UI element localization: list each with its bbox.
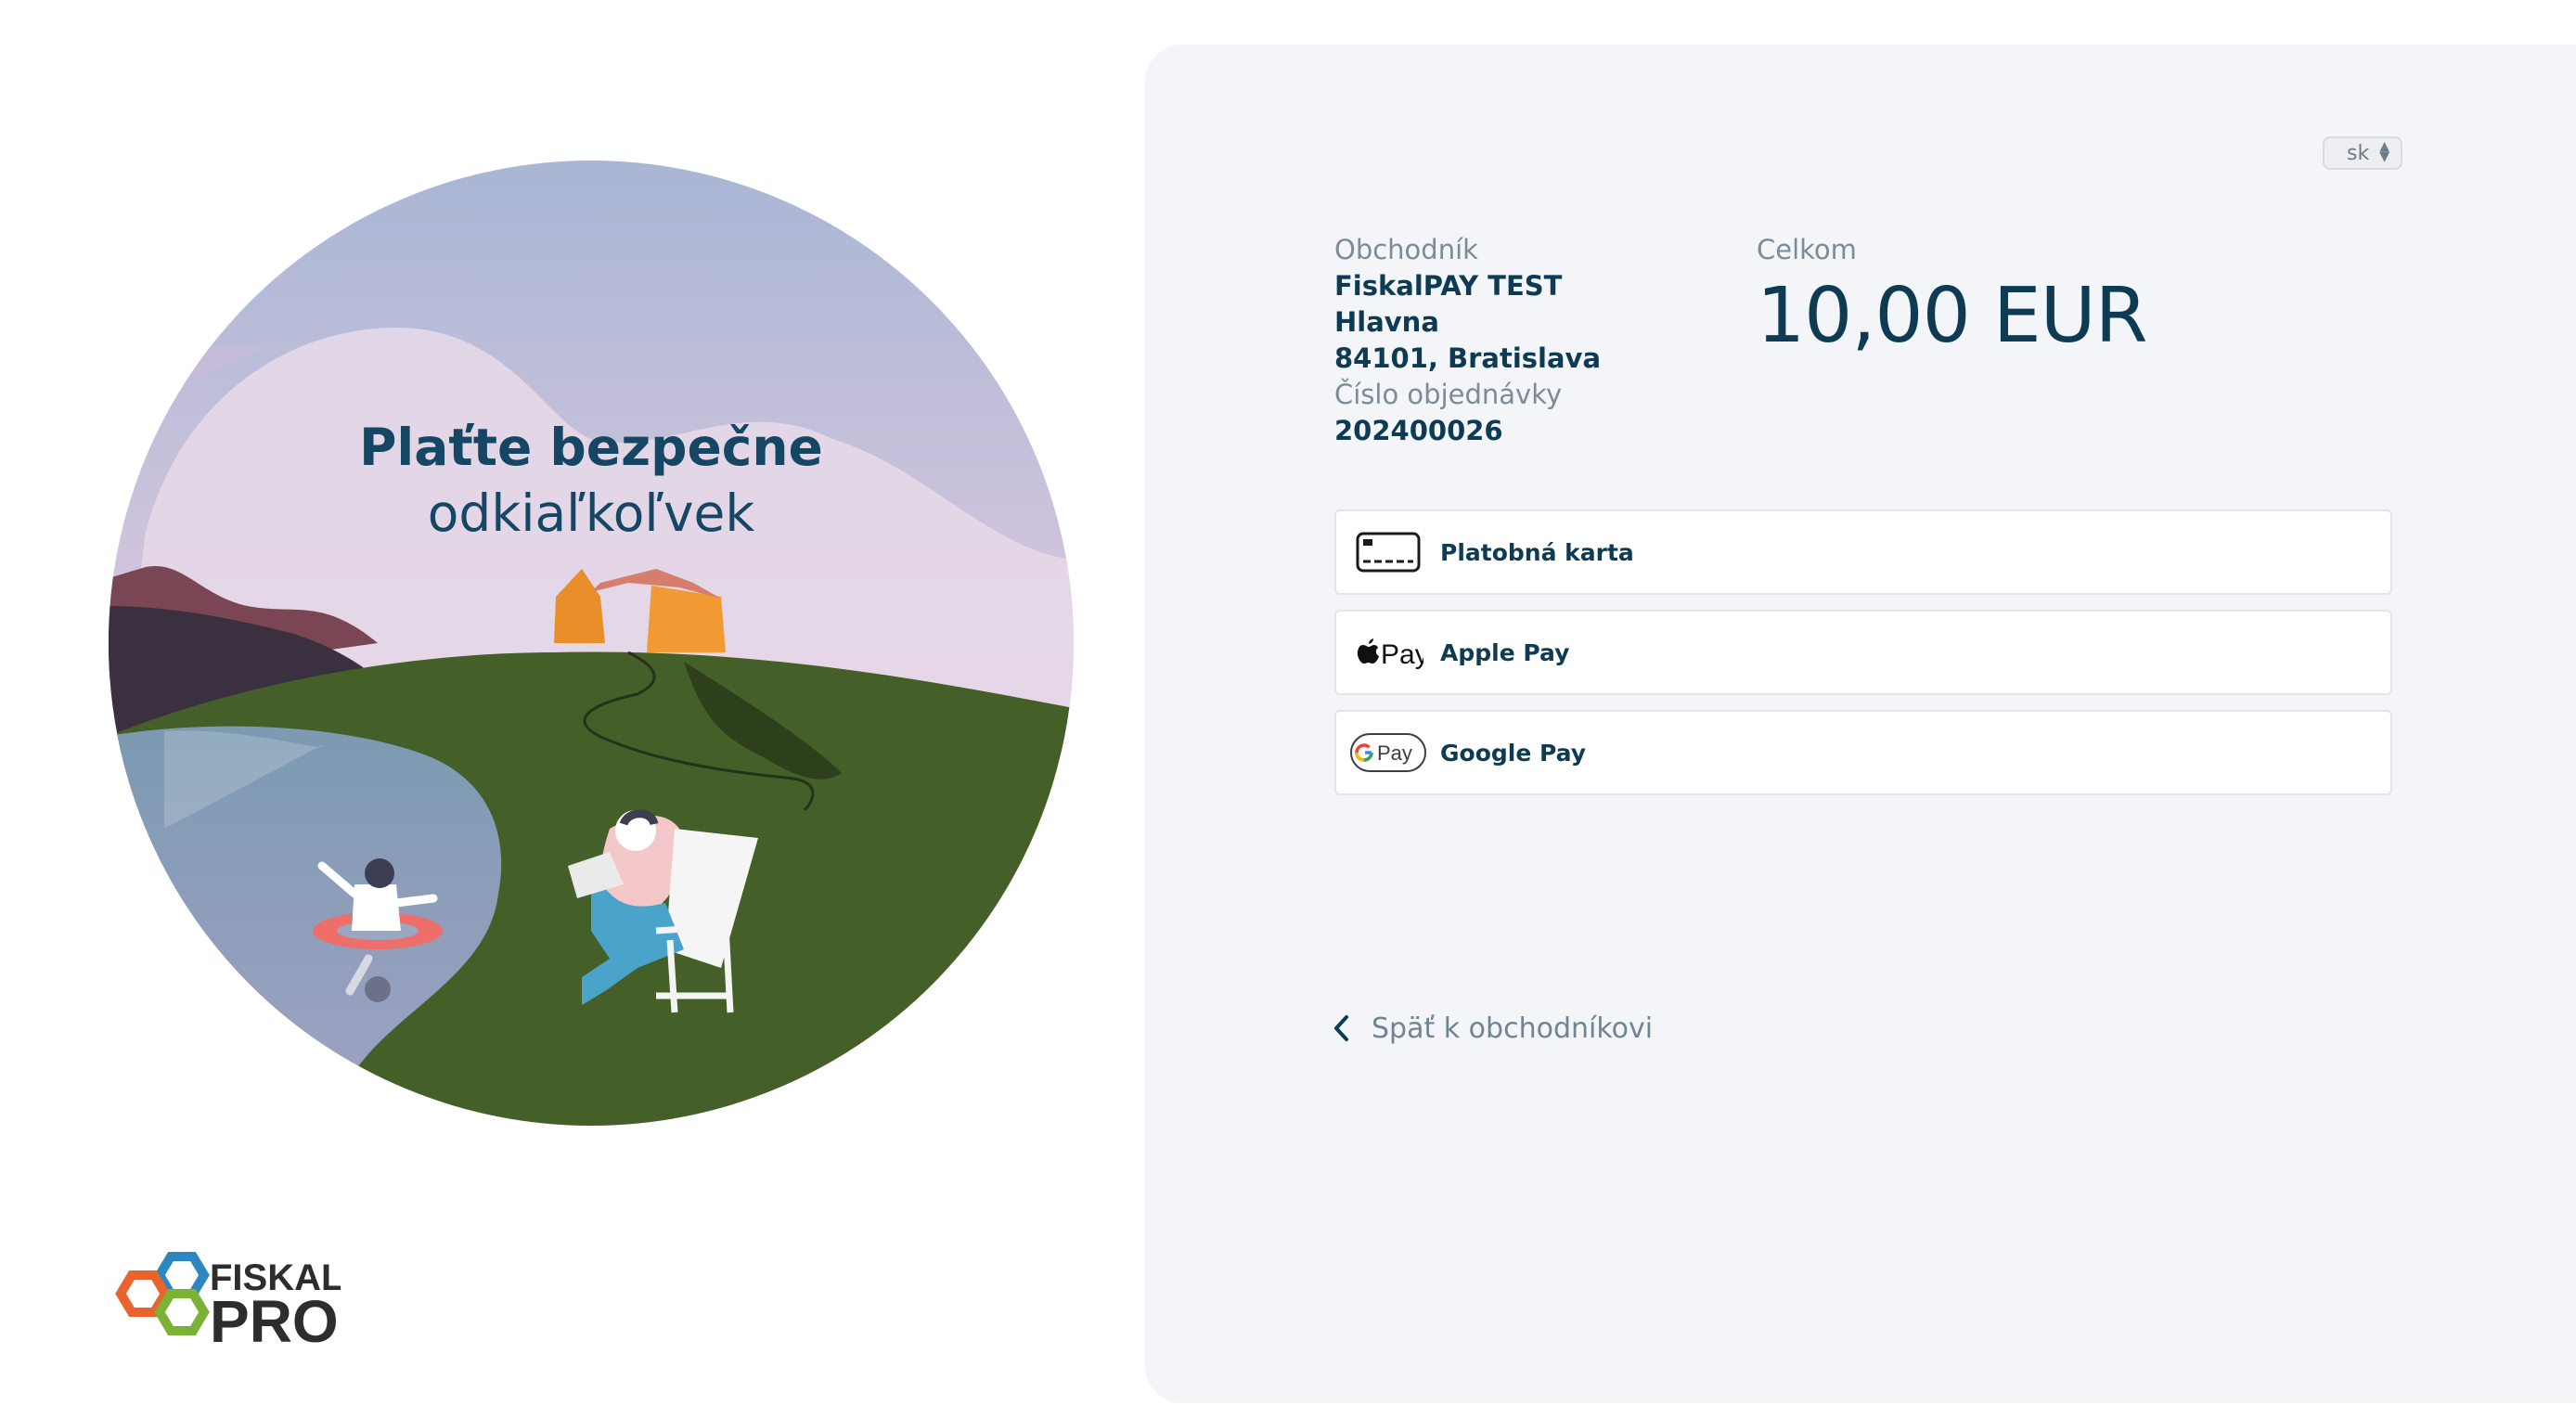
total-section: Celkom 10,00 EUR [1757, 232, 2148, 360]
order-number-label: Číslo objednávky [1334, 379, 1563, 410]
payment-method-card[interactable]: Platobná karta [1334, 509, 2392, 595]
apple-pay-icon: Pay [1357, 638, 1423, 670]
illustration-area: Plaťte bezpečne odkiaľkoľvek FISKAL PRO [0, 0, 1141, 1418]
credit-card-icon [1356, 532, 1421, 573]
merchant-name: FiskalPAY TEST [1334, 270, 1563, 302]
select-arrows-icon: ▲ ▼ [2379, 139, 2389, 164]
merchant-city: 84101, Bratislava [1334, 342, 1602, 374]
chevron-left-icon [1334, 1015, 1348, 1041]
total-label: Celkom [1757, 234, 1857, 265]
payment-method-google-pay-label: Google Pay [1440, 739, 1587, 767]
hero-title-line2: odkiaľkoľvek [427, 483, 755, 543]
order-number: 202400026 [1334, 415, 1503, 446]
language-select-value: sk [2347, 142, 2370, 165]
logo-text-bottom: PRO [210, 1288, 339, 1351]
payment-method-google-pay[interactable]: Pay Google Pay [1334, 710, 2392, 795]
hero-illustration [109, 161, 1074, 1126]
google-pay-icon: Pay [1350, 733, 1426, 772]
merchant-info: Obchodník FiskalPAY TEST Hlavna 84101, B… [1334, 232, 1743, 449]
total-amount: 10,00 EUR [1757, 272, 2148, 360]
apple-pay-icon-text: Pay [1381, 639, 1423, 670]
hero-title-line1: Plaťte bezpečne [359, 418, 823, 477]
back-to-merchant-link[interactable]: Späť k obchodníkovi [1333, 1008, 1653, 1049]
payment-method-card-label: Platobná karta [1440, 538, 1634, 566]
fiskalpro-logo: FISKAL PRO [115, 1252, 341, 1351]
language-select[interactable]: sk ▲ ▼ [2323, 136, 2402, 170]
payment-method-apple-pay-label: Apple Pay [1440, 638, 1570, 666]
merchant-street: Hlavna [1334, 306, 1439, 338]
back-link-label: Späť k obchodníkovi [1372, 1012, 1654, 1045]
payment-method-apple-pay[interactable]: Pay Apple Pay [1334, 610, 2392, 695]
merchant-label: Obchodník [1334, 234, 1478, 265]
google-pay-icon-text: Pay [1377, 741, 1412, 765]
payment-methods-list: Platobná karta Pay Apple Pay Pay Google … [1334, 509, 2392, 810]
